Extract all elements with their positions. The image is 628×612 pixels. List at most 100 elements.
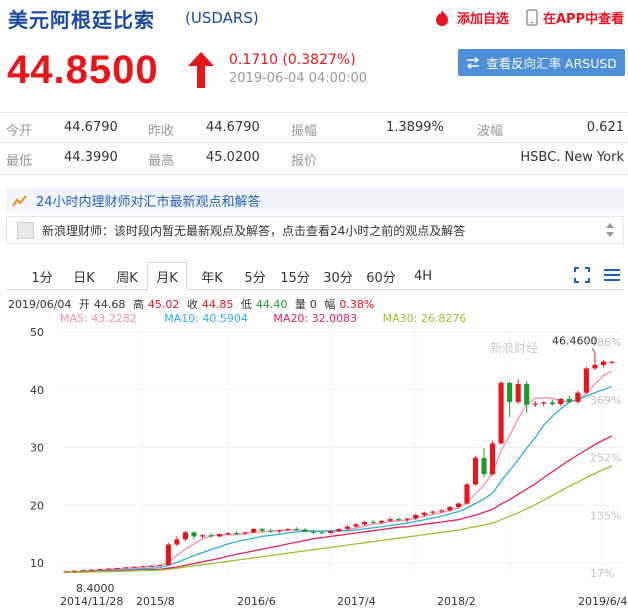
phone-icon [526,9,538,26]
advisor-message: 新浪理财师：该时段内暂无最新观点及解答，点击查看24小时之前的观点及解答 [42,223,466,238]
fullscreen-icon[interactable] [574,267,590,283]
tab-1min[interactable]: 1分 [24,262,60,290]
tab-30min[interactable]: 30分 [320,262,356,290]
trend-icon [12,194,27,207]
max-leader [591,348,596,353]
candle [217,534,223,537]
candle [285,528,291,531]
candle [208,535,214,537]
right-tick-label: 369% [590,394,621,407]
sort-arrows-icon[interactable] [605,221,615,239]
ohlc-open: 44.68 [93,298,126,311]
candle [182,532,188,540]
add-favorite-label: 添加自选 [457,12,510,27]
volatility-label: 波幅 [477,124,504,139]
low-label: 最低 [6,154,33,169]
tab-monthly[interactable]: 月K [147,262,187,291]
candle [63,571,69,573]
candle [123,567,129,569]
candle [404,518,410,520]
ohlc-close: 44.85 [201,298,234,311]
ohlc-amp-label: 幅 [324,298,336,311]
candlestick-chart[interactable]: 新浪财经 5040302010486%369%252%135%17%2014/1… [0,322,628,612]
x-tick-label: 2019/6/4 [578,595,627,608]
candle [387,519,393,521]
candle [268,530,274,532]
candle [327,531,334,533]
candle [310,531,316,533]
candle [259,528,265,531]
ohlc-high: 45.02 [147,298,180,311]
quote-timestamp: 2019-06-04 04:00:00 [229,71,368,86]
candle [191,532,197,537]
tab-yearly[interactable]: 年K [194,262,230,290]
candle [472,457,479,485]
candle [549,402,555,405]
reverse-rate-button[interactable]: 查看反向汇率 ARSUSD [458,49,625,76]
reverse-rate-label: 查看反向汇率 ARSUSD [486,56,617,71]
candle [379,520,385,523]
volatility-value: 0.621 [586,120,624,135]
tab-weekly[interactable]: 周K [109,262,145,290]
tab-daily[interactable]: 日K [66,262,102,290]
arrow-up-icon [188,52,214,88]
candle [199,535,206,537]
tab-4h[interactable]: 4H [405,262,441,290]
right-tick-label: 17% [590,567,614,580]
series-line-ma20 [66,435,613,573]
amplitude-value: 1.3899% [386,120,444,135]
y-tick-label: 10 [30,557,44,570]
candle [344,526,351,529]
header: 美元阿根廷比索 (USDARS) 添加自选 在APP中查看 [0,0,628,36]
candle [592,364,598,369]
y-tick-label: 30 [30,442,44,455]
chart-watermark: 新浪财经 [490,340,538,355]
candle [362,521,368,525]
low-value: 44.3990 [64,150,118,165]
candle [541,402,547,404]
app-view-button[interactable]: 在APP中查看 [526,8,624,27]
x-tick-label: 2016/6 [237,595,276,608]
advisor-header[interactable]: 24小时内理财师对汇市最新观点和解答 [6,188,624,213]
x-tick-label: 2014/11/28 [60,595,123,608]
min-value-label: 8.4000 [76,582,115,595]
add-favorite-button[interactable]: 添加自选 [433,8,509,27]
max-value-label: 46.4600 [552,334,598,347]
candle [234,532,240,534]
candle [131,566,137,568]
candle [148,565,154,567]
current-price: 44.8500 [7,48,159,92]
candle [532,403,538,405]
ohlc-low-label: 低 [240,298,252,311]
candle [293,528,299,530]
ohlc-close-label: 收 [186,298,198,311]
candle [430,511,436,513]
high-label: 最高 [148,154,175,169]
ohlc-low: 44.40 [255,298,288,311]
candle [251,528,257,533]
right-tick-label: 135% [590,509,621,522]
currency-code: (USDARS) [185,9,259,27]
chart-tools [574,267,620,283]
tab-15min[interactable]: 15分 [277,262,313,290]
tab-5min[interactable]: 5分 [237,262,273,290]
candle [174,539,180,545]
ohlc-open-label: 开 [78,298,90,311]
candle [583,368,589,393]
ohlc-vol: 0 [309,298,317,311]
tab-60min[interactable]: 60分 [363,262,399,290]
candle [438,510,444,512]
settings-icon[interactable] [604,267,620,283]
advisor-message-row[interactable]: 新浪理财师：该时段内暂无最新观点及解答，点击查看24小时之前的观点及解答 [6,216,624,244]
candle [276,530,282,532]
candle [157,565,163,567]
candle [507,382,513,402]
candle [140,566,146,568]
x-tick-label: 2017/4 [337,595,376,608]
candle [490,443,496,475]
candle [600,361,607,365]
app-view-label: 在APP中查看 [543,12,625,27]
ohlc-high-label: 高 [132,298,144,311]
ohlc-info: 2019/06/04 开 44.68 高 45.02 收 44.85 低 44.40 量… [8,296,378,312]
candle [242,532,248,534]
